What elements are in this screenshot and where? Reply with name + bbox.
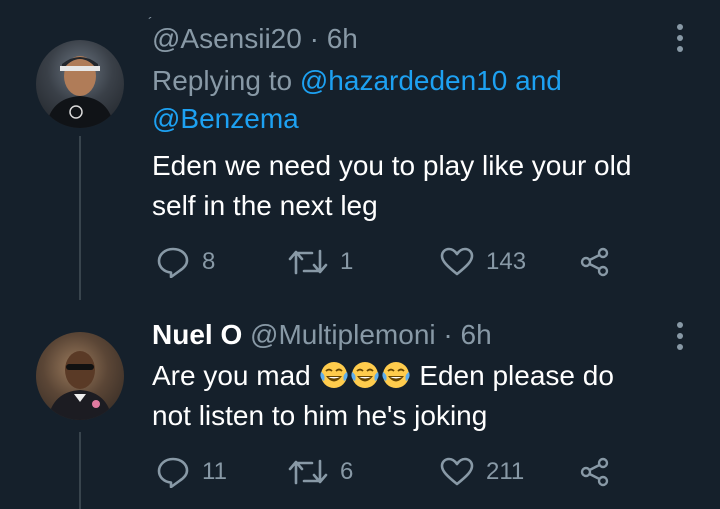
more-icon[interactable] [668, 18, 692, 58]
thread-line [79, 136, 81, 300]
action-bar: 8 1 143 [152, 242, 632, 282]
avatar-image [46, 56, 114, 128]
tweet-text-line: Eden we need you to play like your old [152, 150, 632, 181]
reply-button[interactable]: 11 [156, 452, 227, 492]
retweet-count: 6 [340, 458, 354, 485]
share-button[interactable] [580, 452, 610, 492]
tweet-text-line: Are you mad Eden please do [152, 356, 672, 396]
heart-icon [440, 247, 474, 276]
reply-icon [157, 247, 189, 278]
tweet-text-line: not listen to him he's joking [152, 400, 488, 431]
reply-icon [157, 457, 189, 488]
separator: · [443, 319, 453, 350]
replying-and: and [515, 65, 562, 96]
laughing-emoji-icon [381, 362, 410, 388]
tweet-header: @Asensii20 · 6h [152, 22, 358, 56]
reply-count: 8 [202, 248, 216, 275]
retweet-button[interactable]: 1 [288, 242, 353, 282]
share-icon [580, 457, 609, 487]
tweet[interactable]: ´ @Asensii20 · 6h Replying to @hazardede… [0, 0, 720, 300]
mention-link[interactable]: @hazardeden10 [300, 65, 507, 96]
laughing-emoji-icon [319, 362, 348, 388]
retweet-icon [288, 459, 328, 485]
retweet-icon [288, 249, 328, 275]
tweet[interactable]: Nuel O @Multiplemoni · 6h Are you mad Ed… [0, 300, 720, 509]
reply-button[interactable]: 8 [156, 242, 215, 282]
tweet-header: Nuel O @Multiplemoni · 6h [152, 318, 492, 352]
user-handle[interactable]: @Multiplemoni [250, 319, 436, 350]
replying-to: Replying to @hazardeden10 and @Benzema [152, 62, 632, 138]
tweet-text-end: Eden please do [419, 360, 614, 391]
reply-count: 11 [202, 458, 227, 485]
action-bar: 11 6 211 [152, 452, 632, 492]
tweet-text: Are you mad Eden please do not listen to… [152, 356, 672, 436]
share-icon [580, 247, 609, 277]
user-handle[interactable]: @Asensii20 [152, 23, 302, 54]
like-count: 143 [486, 248, 527, 275]
avatar-image [48, 351, 112, 420]
share-button[interactable] [580, 242, 610, 282]
heart-icon [440, 457, 474, 486]
avatar[interactable] [36, 40, 124, 128]
replying-prefix: Replying to [152, 65, 293, 96]
retweet-button[interactable]: 6 [288, 452, 353, 492]
separator: · [309, 23, 319, 54]
timestamp[interactable]: 6h [461, 319, 492, 350]
tweet-text-line: self in the next leg [152, 190, 378, 221]
laughing-emoji-icon [350, 362, 379, 388]
retweet-count: 1 [340, 248, 354, 275]
timestamp[interactable]: 6h [327, 23, 358, 54]
avatar[interactable] [36, 332, 124, 420]
more-icon[interactable] [668, 316, 692, 356]
mention-link[interactable]: @Benzema [152, 103, 299, 134]
tweet-text-start: Are you mad [152, 360, 311, 391]
like-button[interactable]: 143 [440, 242, 526, 282]
like-button[interactable]: 211 [440, 452, 524, 492]
thread-line [79, 432, 81, 509]
display-name[interactable]: Nuel O [152, 319, 242, 350]
like-count: 211 [486, 458, 525, 485]
tweet-text: Eden we need you to play like your old s… [152, 146, 672, 226]
